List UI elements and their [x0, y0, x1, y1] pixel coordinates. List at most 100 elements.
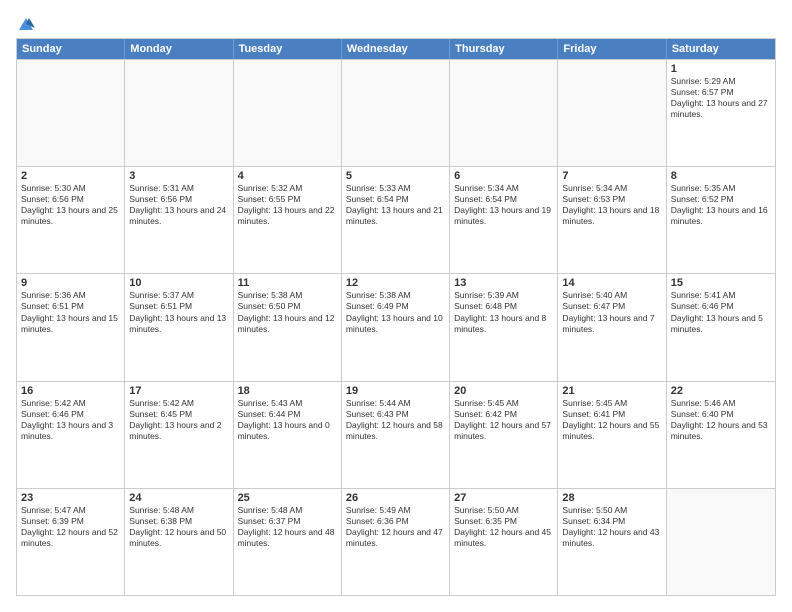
day-number: 25: [238, 492, 337, 504]
calendar-row: 9Sunrise: 5:36 AM Sunset: 6:51 PM Daylig…: [17, 273, 775, 380]
calendar-cell: 11Sunrise: 5:38 AM Sunset: 6:50 PM Dayli…: [234, 274, 342, 380]
day-number: 3: [129, 170, 228, 182]
calendar-cell: 1Sunrise: 5:29 AM Sunset: 6:57 PM Daylig…: [667, 60, 775, 166]
calendar-row: 2Sunrise: 5:30 AM Sunset: 6:56 PM Daylig…: [17, 166, 775, 273]
calendar-cell: 10Sunrise: 5:37 AM Sunset: 6:51 PM Dayli…: [125, 274, 233, 380]
calendar-header-cell: Friday: [558, 39, 666, 59]
day-info: Sunrise: 5:31 AM Sunset: 6:56 PM Dayligh…: [129, 183, 228, 227]
calendar-cell: 25Sunrise: 5:48 AM Sunset: 6:37 PM Dayli…: [234, 489, 342, 595]
day-number: 20: [454, 385, 553, 397]
calendar-cell: 18Sunrise: 5:43 AM Sunset: 6:44 PM Dayli…: [234, 382, 342, 488]
day-number: 15: [671, 277, 771, 289]
calendar-page: SundayMondayTuesdayWednesdayThursdayFrid…: [0, 0, 792, 612]
day-info: Sunrise: 5:48 AM Sunset: 6:38 PM Dayligh…: [129, 505, 228, 549]
calendar-cell: [558, 60, 666, 166]
day-info: Sunrise: 5:41 AM Sunset: 6:46 PM Dayligh…: [671, 290, 771, 334]
day-info: Sunrise: 5:48 AM Sunset: 6:37 PM Dayligh…: [238, 505, 337, 549]
day-info: Sunrise: 5:30 AM Sunset: 6:56 PM Dayligh…: [21, 183, 120, 227]
day-number: 2: [21, 170, 120, 182]
calendar-cell: 16Sunrise: 5:42 AM Sunset: 6:46 PM Dayli…: [17, 382, 125, 488]
calendar-header-cell: Tuesday: [234, 39, 342, 59]
calendar-cell: 12Sunrise: 5:38 AM Sunset: 6:49 PM Dayli…: [342, 274, 450, 380]
day-info: Sunrise: 5:33 AM Sunset: 6:54 PM Dayligh…: [346, 183, 445, 227]
calendar-header-cell: Sunday: [17, 39, 125, 59]
calendar-body: 1Sunrise: 5:29 AM Sunset: 6:57 PM Daylig…: [17, 59, 775, 595]
calendar-cell: [17, 60, 125, 166]
calendar-cell: [667, 489, 775, 595]
day-info: Sunrise: 5:36 AM Sunset: 6:51 PM Dayligh…: [21, 290, 120, 334]
day-info: Sunrise: 5:42 AM Sunset: 6:45 PM Dayligh…: [129, 398, 228, 442]
day-number: 12: [346, 277, 445, 289]
day-number: 26: [346, 492, 445, 504]
logo-icon: [17, 16, 35, 34]
day-info: Sunrise: 5:46 AM Sunset: 6:40 PM Dayligh…: [671, 398, 771, 442]
day-info: Sunrise: 5:34 AM Sunset: 6:54 PM Dayligh…: [454, 183, 553, 227]
calendar-cell: 28Sunrise: 5:50 AM Sunset: 6:34 PM Dayli…: [558, 489, 666, 595]
calendar-header-cell: Wednesday: [342, 39, 450, 59]
day-number: 11: [238, 277, 337, 289]
day-number: 16: [21, 385, 120, 397]
calendar-cell: 19Sunrise: 5:44 AM Sunset: 6:43 PM Dayli…: [342, 382, 450, 488]
calendar-row: 1Sunrise: 5:29 AM Sunset: 6:57 PM Daylig…: [17, 59, 775, 166]
calendar-header-cell: Monday: [125, 39, 233, 59]
calendar-cell: [234, 60, 342, 166]
calendar: SundayMondayTuesdayWednesdayThursdayFrid…: [16, 38, 776, 596]
calendar-cell: 2Sunrise: 5:30 AM Sunset: 6:56 PM Daylig…: [17, 167, 125, 273]
day-info: Sunrise: 5:40 AM Sunset: 6:47 PM Dayligh…: [562, 290, 661, 334]
day-info: Sunrise: 5:47 AM Sunset: 6:39 PM Dayligh…: [21, 505, 120, 549]
day-info: Sunrise: 5:50 AM Sunset: 6:35 PM Dayligh…: [454, 505, 553, 549]
day-info: Sunrise: 5:43 AM Sunset: 6:44 PM Dayligh…: [238, 398, 337, 442]
calendar-cell: 27Sunrise: 5:50 AM Sunset: 6:35 PM Dayli…: [450, 489, 558, 595]
calendar-cell: 26Sunrise: 5:49 AM Sunset: 6:36 PM Dayli…: [342, 489, 450, 595]
day-number: 4: [238, 170, 337, 182]
calendar-cell: 7Sunrise: 5:34 AM Sunset: 6:53 PM Daylig…: [558, 167, 666, 273]
day-number: 9: [21, 277, 120, 289]
day-info: Sunrise: 5:38 AM Sunset: 6:49 PM Dayligh…: [346, 290, 445, 334]
day-number: 7: [562, 170, 661, 182]
calendar-cell: 6Sunrise: 5:34 AM Sunset: 6:54 PM Daylig…: [450, 167, 558, 273]
day-info: Sunrise: 5:44 AM Sunset: 6:43 PM Dayligh…: [346, 398, 445, 442]
day-info: Sunrise: 5:42 AM Sunset: 6:46 PM Dayligh…: [21, 398, 120, 442]
calendar-cell: 15Sunrise: 5:41 AM Sunset: 6:46 PM Dayli…: [667, 274, 775, 380]
day-number: 23: [21, 492, 120, 504]
day-number: 22: [671, 385, 771, 397]
calendar-cell: 3Sunrise: 5:31 AM Sunset: 6:56 PM Daylig…: [125, 167, 233, 273]
day-number: 14: [562, 277, 661, 289]
day-number: 5: [346, 170, 445, 182]
day-info: Sunrise: 5:37 AM Sunset: 6:51 PM Dayligh…: [129, 290, 228, 334]
day-number: 6: [454, 170, 553, 182]
day-info: Sunrise: 5:39 AM Sunset: 6:48 PM Dayligh…: [454, 290, 553, 334]
day-number: 8: [671, 170, 771, 182]
day-number: 24: [129, 492, 228, 504]
day-number: 1: [671, 63, 771, 75]
calendar-cell: 4Sunrise: 5:32 AM Sunset: 6:55 PM Daylig…: [234, 167, 342, 273]
calendar-cell: 17Sunrise: 5:42 AM Sunset: 6:45 PM Dayli…: [125, 382, 233, 488]
calendar-cell: 14Sunrise: 5:40 AM Sunset: 6:47 PM Dayli…: [558, 274, 666, 380]
calendar-header-cell: Thursday: [450, 39, 558, 59]
calendar-cell: [125, 60, 233, 166]
day-info: Sunrise: 5:34 AM Sunset: 6:53 PM Dayligh…: [562, 183, 661, 227]
calendar-cell: 5Sunrise: 5:33 AM Sunset: 6:54 PM Daylig…: [342, 167, 450, 273]
day-number: 27: [454, 492, 553, 504]
logo: [16, 16, 35, 30]
day-number: 19: [346, 385, 445, 397]
day-number: 28: [562, 492, 661, 504]
day-info: Sunrise: 5:45 AM Sunset: 6:41 PM Dayligh…: [562, 398, 661, 442]
calendar-header-cell: Saturday: [667, 39, 775, 59]
calendar-cell: [342, 60, 450, 166]
day-info: Sunrise: 5:50 AM Sunset: 6:34 PM Dayligh…: [562, 505, 661, 549]
calendar-cell: 9Sunrise: 5:36 AM Sunset: 6:51 PM Daylig…: [17, 274, 125, 380]
calendar-cell: 13Sunrise: 5:39 AM Sunset: 6:48 PM Dayli…: [450, 274, 558, 380]
calendar-cell: 8Sunrise: 5:35 AM Sunset: 6:52 PM Daylig…: [667, 167, 775, 273]
day-info: Sunrise: 5:45 AM Sunset: 6:42 PM Dayligh…: [454, 398, 553, 442]
calendar-cell: 20Sunrise: 5:45 AM Sunset: 6:42 PM Dayli…: [450, 382, 558, 488]
day-number: 18: [238, 385, 337, 397]
day-info: Sunrise: 5:49 AM Sunset: 6:36 PM Dayligh…: [346, 505, 445, 549]
day-info: Sunrise: 5:29 AM Sunset: 6:57 PM Dayligh…: [671, 76, 771, 120]
calendar-cell: 24Sunrise: 5:48 AM Sunset: 6:38 PM Dayli…: [125, 489, 233, 595]
calendar-cell: 21Sunrise: 5:45 AM Sunset: 6:41 PM Dayli…: [558, 382, 666, 488]
day-number: 21: [562, 385, 661, 397]
calendar-row: 16Sunrise: 5:42 AM Sunset: 6:46 PM Dayli…: [17, 381, 775, 488]
calendar-cell: 22Sunrise: 5:46 AM Sunset: 6:40 PM Dayli…: [667, 382, 775, 488]
calendar-cell: [450, 60, 558, 166]
